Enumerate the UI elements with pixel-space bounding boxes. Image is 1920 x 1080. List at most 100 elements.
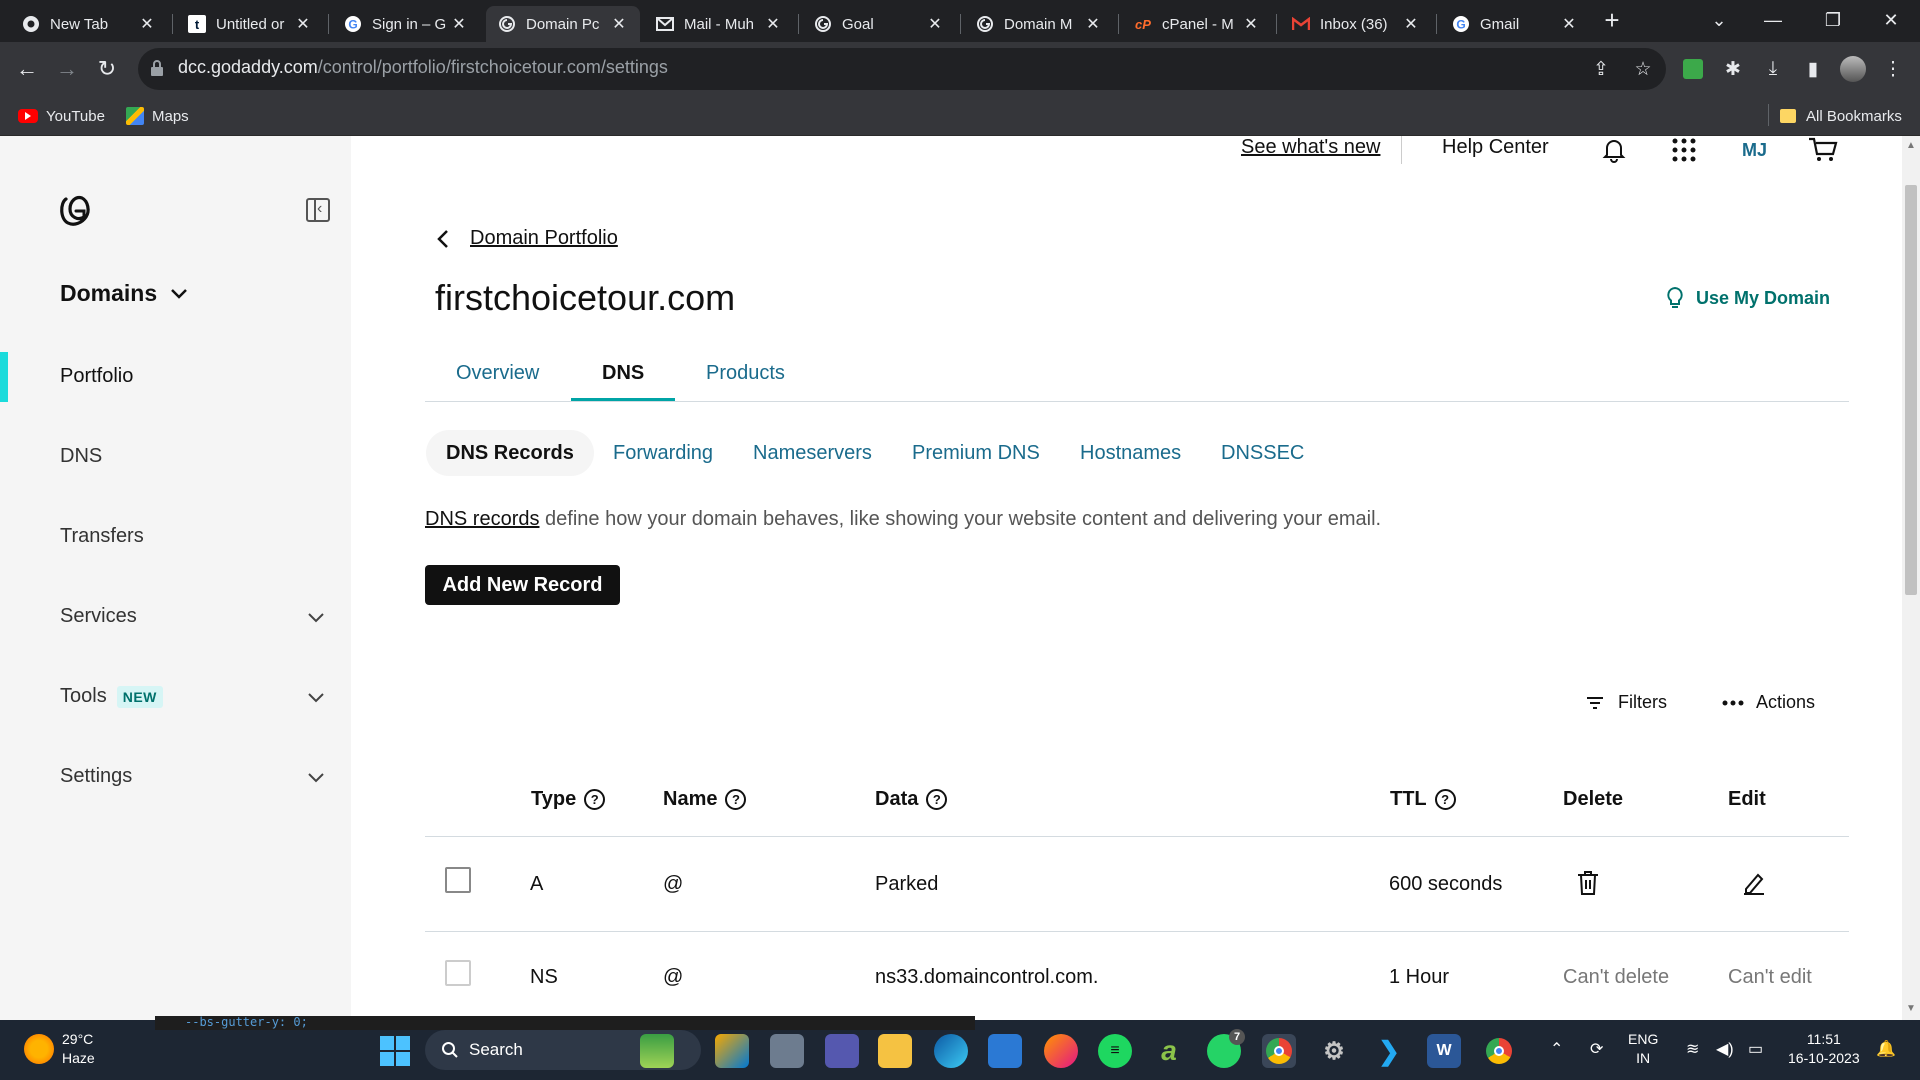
battery-icon[interactable]: ▭ xyxy=(1748,1040,1763,1059)
volume-icon[interactable]: ◀) xyxy=(1716,1040,1734,1059)
close-window-icon[interactable]: ✕ xyxy=(1866,0,1916,40)
browser-tab[interactable]: G Sign in – G ✕ xyxy=(332,6,480,42)
browser-tab[interactable]: Goal ✕ xyxy=(802,6,956,42)
back-icon[interactable]: ← xyxy=(12,54,42,84)
browser-tab[interactable]: Mail - Muh ✕ xyxy=(644,6,794,42)
new-tab-button[interactable]: + xyxy=(1597,6,1627,36)
subtab-dns-records[interactable]: DNS Records xyxy=(426,430,594,476)
pencil-icon[interactable] xyxy=(1743,871,1765,895)
help-center-link[interactable]: Help Center xyxy=(1442,136,1549,159)
sidebar-item-dns[interactable]: DNS xyxy=(60,445,102,468)
weather-widget[interactable]: 29°C Haze xyxy=(24,1030,95,1068)
row-checkbox[interactable] xyxy=(445,867,471,893)
task-view-icon[interactable] xyxy=(770,1034,804,1068)
edge-icon[interactable] xyxy=(934,1034,968,1068)
browser-tab-active[interactable]: Domain Pc ✕ xyxy=(486,6,640,42)
menu-kebab-icon[interactable]: ⋮ xyxy=(1880,56,1906,82)
subtab-premium-dns[interactable]: Premium DNS xyxy=(912,430,1040,476)
actions-button[interactable]: Actions xyxy=(1722,692,1815,713)
close-tab-icon[interactable]: ✕ xyxy=(610,14,628,34)
browser-tab[interactable]: Domain M ✕ xyxy=(964,6,1114,42)
windows-start-icon[interactable] xyxy=(380,1036,410,1066)
help-circle-icon[interactable]: ? xyxy=(1434,789,1456,810)
subtab-hostnames[interactable]: Hostnames xyxy=(1080,430,1181,476)
chrome-profile-icon[interactable] xyxy=(1482,1034,1516,1068)
back-to-portfolio[interactable]: Domain Portfolio xyxy=(436,227,618,250)
browser-tab[interactable]: t Untitled or ✕ xyxy=(176,6,324,42)
word-icon[interactable]: W xyxy=(1427,1034,1461,1068)
android-studio-icon[interactable]: a xyxy=(1152,1034,1186,1068)
trash-icon[interactable] xyxy=(1577,870,1599,896)
browser-tab[interactable]: cP cPanel - M ✕ xyxy=(1122,6,1272,42)
browser-tab[interactable]: G Gmail ✕ xyxy=(1440,6,1590,42)
sidebar-item-settings[interactable]: Settings xyxy=(60,765,132,788)
restore-icon[interactable]: ❐ xyxy=(1808,0,1858,40)
reload-icon[interactable]: ↻ xyxy=(92,54,122,84)
subtab-nameservers[interactable]: Nameservers xyxy=(753,430,872,476)
account-initials[interactable]: MJ xyxy=(1742,140,1767,161)
browser-tab[interactable]: Inbox (36) ✕ xyxy=(1280,6,1432,42)
sidebar-item-tools[interactable]: Tools NEW xyxy=(60,685,163,708)
collapse-sidebar-icon[interactable] xyxy=(306,198,330,222)
domains-menu-header[interactable]: Domains xyxy=(60,280,189,307)
close-tab-icon[interactable]: ✕ xyxy=(1402,14,1420,34)
side-panel-icon[interactable]: ▮ xyxy=(1800,56,1826,82)
share-icon[interactable]: ⇪ xyxy=(1588,56,1614,82)
dns-records-link[interactable]: DNS records xyxy=(425,508,539,530)
add-new-record-button[interactable]: Add New Record xyxy=(425,565,620,605)
store-icon[interactable] xyxy=(988,1034,1022,1068)
close-tab-icon[interactable]: ✕ xyxy=(926,14,944,34)
cart-icon[interactable] xyxy=(1808,136,1838,164)
sheets-extension-icon[interactable] xyxy=(1680,56,1706,82)
help-circle-icon[interactable]: ? xyxy=(725,789,747,810)
close-tab-icon[interactable]: ✕ xyxy=(1242,14,1260,34)
url-text[interactable]: dcc.godaddy.com/control/portfolio/firstc… xyxy=(178,57,668,78)
lock-icon[interactable] xyxy=(150,60,164,76)
whatsapp-icon[interactable]: 7 xyxy=(1207,1029,1245,1068)
language-indicator[interactable]: ENG IN xyxy=(1628,1030,1658,1068)
sync-icon[interactable]: ⟳ xyxy=(1590,1040,1603,1059)
tray-chevron-icon[interactable]: ⌃ xyxy=(1550,1040,1563,1059)
godaddy-logo[interactable] xyxy=(58,193,94,229)
apps-grid-icon[interactable] xyxy=(1672,138,1696,162)
row-checkbox[interactable] xyxy=(445,960,471,986)
tab-products[interactable]: Products xyxy=(706,362,785,385)
chevron-down-icon[interactable] xyxy=(306,767,326,787)
scroll-down-arrow[interactable]: ▼ xyxy=(1905,1003,1917,1015)
use-my-domain-link[interactable]: Use My Domain xyxy=(1666,286,1830,310)
sidebar-item-services[interactable]: Services xyxy=(60,605,137,628)
extensions-icon[interactable]: ✱ xyxy=(1720,56,1746,82)
close-tab-icon[interactable]: ✕ xyxy=(1560,14,1578,34)
bookmark-star-icon[interactable]: ☆ xyxy=(1630,56,1656,82)
wifi-icon[interactable]: ≋ xyxy=(1686,1040,1699,1059)
sidebar-item-transfers[interactable]: Transfers xyxy=(60,525,144,548)
spotify-icon[interactable]: ≡ xyxy=(1098,1034,1132,1068)
teams-chat-icon[interactable] xyxy=(825,1034,859,1068)
firefox-icon[interactable] xyxy=(1044,1034,1078,1068)
whats-new-link[interactable]: See what's new xyxy=(1241,136,1380,159)
chevron-down-icon[interactable] xyxy=(306,687,326,707)
sidebar-item-portfolio[interactable]: Portfolio xyxy=(60,365,133,388)
all-bookmarks[interactable]: All Bookmarks xyxy=(1780,104,1902,128)
close-tab-icon[interactable]: ✕ xyxy=(764,14,782,34)
tab-dns[interactable]: DNS xyxy=(602,362,644,385)
bookmark-youtube[interactable]: YouTube xyxy=(18,104,105,128)
download-icon[interactable]: ⤓ xyxy=(1760,56,1786,82)
settings-gear-icon[interactable]: ⚙ xyxy=(1317,1034,1351,1068)
scroll-up-arrow[interactable]: ▲ xyxy=(1905,140,1917,152)
subtab-dnssec[interactable]: DNSSEC xyxy=(1221,430,1304,476)
clock[interactable]: 11:51 16-10-2023 xyxy=(1788,1030,1860,1068)
minimize-icon[interactable]: — xyxy=(1748,0,1798,40)
close-tab-icon[interactable]: ✕ xyxy=(294,14,312,34)
chevron-down-icon[interactable] xyxy=(306,607,326,627)
browser-tab[interactable]: New Tab ✕ xyxy=(10,6,168,42)
vscode-icon[interactable]: ❯ xyxy=(1372,1034,1406,1068)
forward-icon[interactable]: → xyxy=(52,54,82,84)
notifications-bell-icon[interactable]: 🔔 xyxy=(1876,1040,1896,1059)
file-explorer-icon[interactable] xyxy=(878,1034,912,1068)
help-circle-icon[interactable]: ? xyxy=(926,789,948,810)
bell-icon[interactable] xyxy=(1602,137,1626,163)
bookmark-maps[interactable]: Maps xyxy=(126,104,189,128)
close-tab-icon[interactable]: ✕ xyxy=(450,14,468,34)
office-pre-icon[interactable] xyxy=(715,1034,749,1068)
